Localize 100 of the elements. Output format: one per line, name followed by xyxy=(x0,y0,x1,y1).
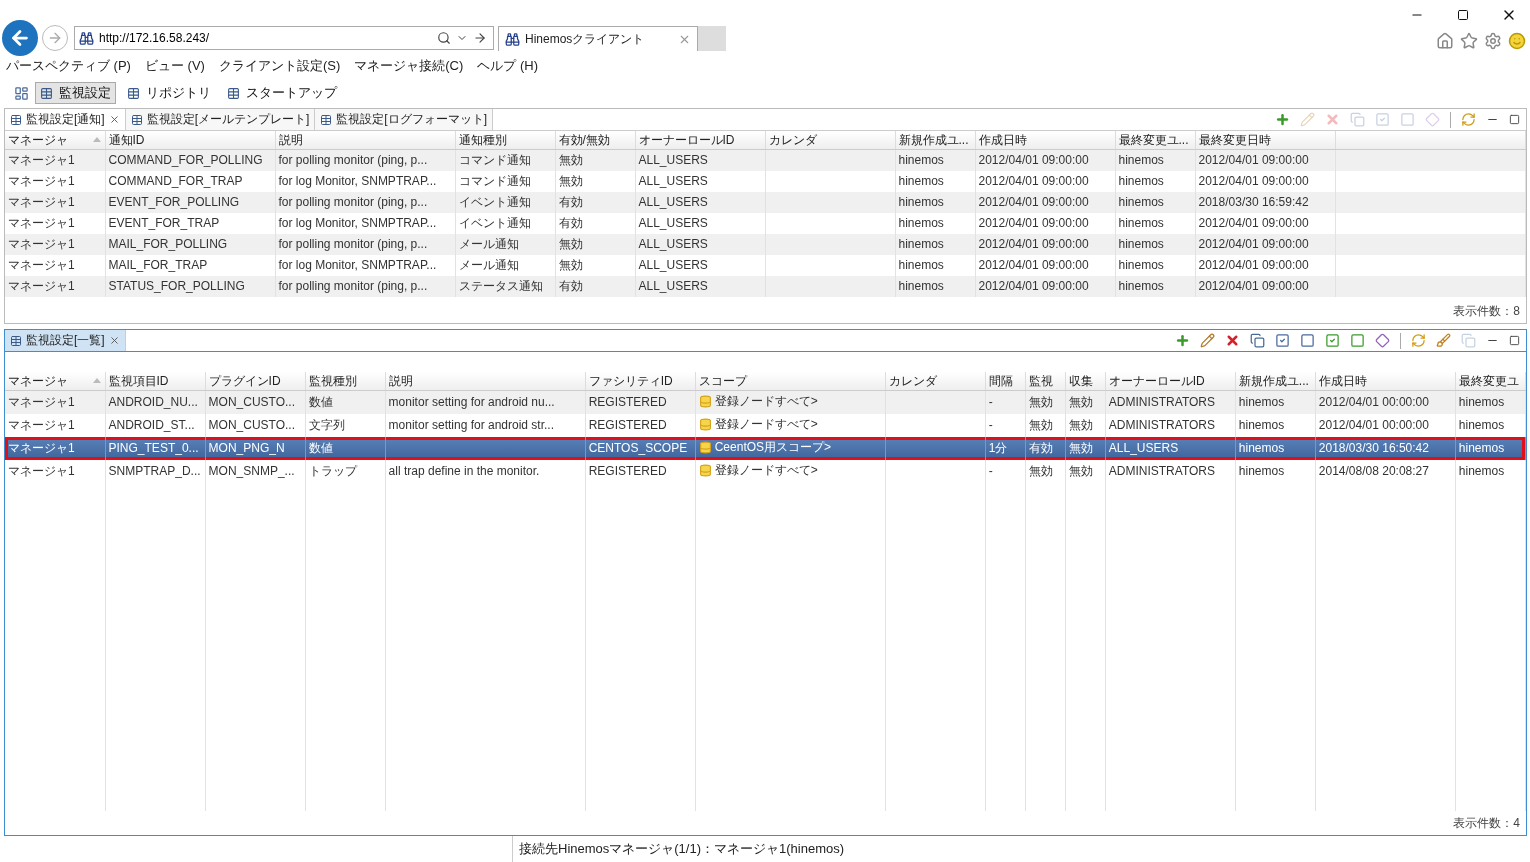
menu-item[interactable]: パースペクティブ (P) xyxy=(6,57,131,75)
table-row[interactable]: マネージャ1 MAIL_FOR_POLLING for polling monitor (ping, p... メール通知 無効 ALL_USERS hinemos 2012/04/01 09:00:00 hinemos 2012/04/01 09:00:00 xyxy=(5,233,1526,255)
add-icon[interactable] xyxy=(1275,112,1290,127)
column-header[interactable]: 新規作成ユ... xyxy=(895,131,975,150)
table-cell: hinemos xyxy=(1118,195,1164,209)
checkbox-icon[interactable] xyxy=(1325,333,1340,348)
column-header[interactable]: 新規作成ユ... xyxy=(1235,372,1316,391)
column-header[interactable]: 収集 xyxy=(1065,372,1106,391)
forward-button[interactable] xyxy=(42,25,68,51)
column-header[interactable]: スコープ xyxy=(695,372,886,391)
square-icon[interactable] xyxy=(1300,333,1315,348)
menu-item[interactable]: ヘルプ (H) xyxy=(477,57,538,75)
table-row[interactable]: マネージャ1 COMMAND_FOR_TRAP for log Monitor, SNMPTRAP... コマンド通知 無効 ALL_USERS hinemos 2012/04/01 09:00:00 hinemos 2012/04/01 09:00:00 xyxy=(5,170,1526,192)
column-header[interactable]: 作成日時 xyxy=(975,131,1115,150)
table-row[interactable]: マネージャ1 ANDROID_ST... MON_CUSTO... 文字列 monitor setting for android str... REGISTERED 登録ノードすべて> - 無効 無効 ADMINISTRATORS hinemos 2012/04/01 00:00:00 hinemos xyxy=(5,413,1526,437)
home-icon[interactable] xyxy=(1436,32,1454,50)
table-row[interactable]: マネージャ1 SNMPTRAP_D... MON_SNMP_... トラップ all trap define in the monitor. REGISTERED 登録ノードすべて> - 無効 無効 ADMINISTRATORS hinemos 2014/08/08 20:08:27 hinemos xyxy=(5,459,1526,483)
table-cell: hinemos xyxy=(1118,237,1164,251)
table-cell: 登録ノードすべて> xyxy=(698,462,818,479)
column-header[interactable]: マネージャ xyxy=(5,372,106,391)
perspective-button[interactable]: 監視設定 xyxy=(35,82,116,104)
pencil-icon[interactable] xyxy=(1200,333,1215,348)
column-header[interactable]: 最終変更日時 xyxy=(1195,131,1335,150)
search-icon[interactable] xyxy=(437,31,451,45)
table-cell: 2012/04/01 09:00:00 xyxy=(978,216,1089,230)
maximize-icon[interactable] xyxy=(1509,114,1520,125)
table-cell: MAIL_FOR_POLLING xyxy=(108,237,228,251)
star-icon[interactable] xyxy=(1460,32,1478,50)
copy-icon[interactable] xyxy=(1250,333,1265,348)
browser-tab[interactable]: Hinemosクライアント xyxy=(498,26,698,51)
diamond-icon[interactable] xyxy=(1375,333,1390,348)
column-header[interactable]: 監視項目ID xyxy=(105,372,206,391)
column-header[interactable]: 有効/無効 xyxy=(555,131,635,150)
table-cell: マネージャ1 xyxy=(8,172,75,190)
table-cell: 2012/04/01 09:00:00 xyxy=(978,258,1089,272)
view-tab[interactable]: 監視設定[ログフォーマット] xyxy=(315,109,493,130)
column-header[interactable]: 最終変更ユ... xyxy=(1115,131,1195,150)
table-row[interactable]: マネージャ1 COMMAND_FOR_POLLING for polling monitor (ping, p... コマンド通知 無効 ALL_USERS hinemos 2012/04/01 09:00:00 hinemos 2012/04/01 09:00:00 xyxy=(5,149,1526,171)
column-header[interactable]: カレンダ xyxy=(885,372,986,391)
column-header[interactable]: 通知ID xyxy=(105,131,275,150)
perspective-button[interactable]: リポジトリ xyxy=(122,82,216,104)
table-cell: メール通知 xyxy=(458,235,519,253)
table-cell: monitor setting for android str... xyxy=(388,418,555,432)
view-tab[interactable]: 監視設定[一覧] xyxy=(5,330,126,351)
column-header[interactable]: 説明 xyxy=(275,131,455,150)
menu-item[interactable]: ビュー (V) xyxy=(144,57,205,75)
go-icon[interactable] xyxy=(473,31,487,45)
column-header[interactable]: オーナーロールID xyxy=(635,131,765,150)
column-header[interactable]: 監視 xyxy=(1025,372,1066,391)
column-header[interactable]: 説明 xyxy=(385,372,586,391)
column-header[interactable]: 最終変更ユ xyxy=(1455,372,1526,391)
perspective-button[interactable]: スタートアップ xyxy=(222,82,342,104)
table-cell: 2012/04/01 09:00:00 xyxy=(1198,279,1309,293)
maximize-icon[interactable] xyxy=(1509,335,1520,346)
column-header[interactable]: プラグインID xyxy=(205,372,306,391)
refresh-icon[interactable] xyxy=(1461,112,1476,127)
column-header[interactable]: マネージャ xyxy=(5,131,105,150)
smiley-icon[interactable] xyxy=(1508,32,1526,50)
close-icon[interactable] xyxy=(108,335,120,346)
table-row[interactable]: マネージャ1 PING_TEST_0... MON_PNG_N 数値 CENTOS_SCOPE CeentOS用スコープ> 1分 有効 無効 ALL_USERS hinemos 2018/03/30 16:50:42 hinemos xyxy=(5,436,1526,460)
close-icon[interactable] xyxy=(108,114,120,125)
table-cell: ANDROID_ST... xyxy=(108,418,195,432)
view-tab[interactable]: 監視設定[メールテンプレート] xyxy=(125,109,316,130)
refresh-icon[interactable] xyxy=(1411,333,1426,348)
table-cell: マネージャ1 xyxy=(8,193,75,211)
column-header[interactable]: 間隔 xyxy=(985,372,1026,391)
menu-item[interactable]: クライアント設定(S) xyxy=(218,57,341,75)
table-cell: hinemos xyxy=(898,216,944,230)
table-cell: イベント通知 xyxy=(458,193,531,211)
column-header[interactable]: オーナーロールID xyxy=(1105,372,1236,391)
table-icon xyxy=(40,86,53,100)
column-header[interactable]: 通知種別 xyxy=(455,131,555,150)
table-cell: マネージャ1 xyxy=(8,277,75,295)
checkbox-icon[interactable] xyxy=(1275,333,1290,348)
brush-icon[interactable] xyxy=(1436,333,1451,348)
column-header[interactable]: 作成日時 xyxy=(1315,372,1456,391)
column-header[interactable]: カレンダ xyxy=(765,131,895,150)
table-cell: 無効 xyxy=(1068,416,1093,434)
column-header[interactable]: 監視種別 xyxy=(305,372,386,391)
table-cell: 無効 xyxy=(558,151,583,169)
table-cell: monitor setting for android nu... xyxy=(388,395,555,410)
table-cell: 2012/04/01 00:00:00 xyxy=(1318,418,1429,432)
table-row[interactable]: マネージャ1 MAIL_FOR_TRAP for log Monitor, SNMPTRAP... メール通知 無効 ALL_USERS hinemos 2012/04/01 09:00:00 hinemos 2012/04/01 09:00:00 xyxy=(5,254,1526,276)
table-cell: 2012/04/01 09:00:00 xyxy=(1198,153,1309,168)
table-row[interactable]: マネージャ1 ANDROID_NU... MON_CUSTO... 数値 monitor setting for android nu... REGISTERED 登録ノードすべて> - 無効 無効 ADMINISTRATORS hinemos 2012/04/01 00:00:00 hinemos xyxy=(5,390,1526,414)
column-header[interactable]: ファシリティID xyxy=(585,372,696,391)
square-icon[interactable] xyxy=(1350,333,1365,348)
table-row[interactable]: マネージャ1 EVENT_FOR_TRAP for log Monitor, SNMPTRAP... イベント通知 有効 ALL_USERS hinemos 2012/04/01 09:00:00 hinemos 2012/04/01 09:00:00 xyxy=(5,212,1526,234)
table-cell: REGISTERED xyxy=(588,464,667,478)
settings-icon[interactable] xyxy=(1484,32,1502,50)
address-bar[interactable]: http://172.16.58.243/ xyxy=(74,26,494,50)
add-icon[interactable] xyxy=(1175,333,1190,348)
tab-label: 監視設定[一覧] xyxy=(26,332,105,349)
delete-icon[interactable] xyxy=(1225,333,1240,348)
table-row[interactable]: マネージャ1 STATUS_FOR_POLLING for polling monitor (ping, p... ステータス通知 有効 ALL_USERS hinemos 2012/04/01 09:00:00 hinemos 2012/04/01 09:00:00 xyxy=(5,275,1526,297)
open-perspective-icon[interactable] xyxy=(14,85,29,101)
table-row[interactable]: マネージャ1 EVENT_FOR_POLLING for polling monitor (ping, p... イベント通知 有効 ALL_USERS hinemos 2012/04/01 09:00:00 hinemos 2018/03/30 16:59:42 xyxy=(5,191,1526,213)
table-cell: ALL_USERS xyxy=(638,195,708,209)
back-button[interactable] xyxy=(2,20,38,56)
menu-item[interactable]: マネージャ接続(C) xyxy=(354,57,464,75)
